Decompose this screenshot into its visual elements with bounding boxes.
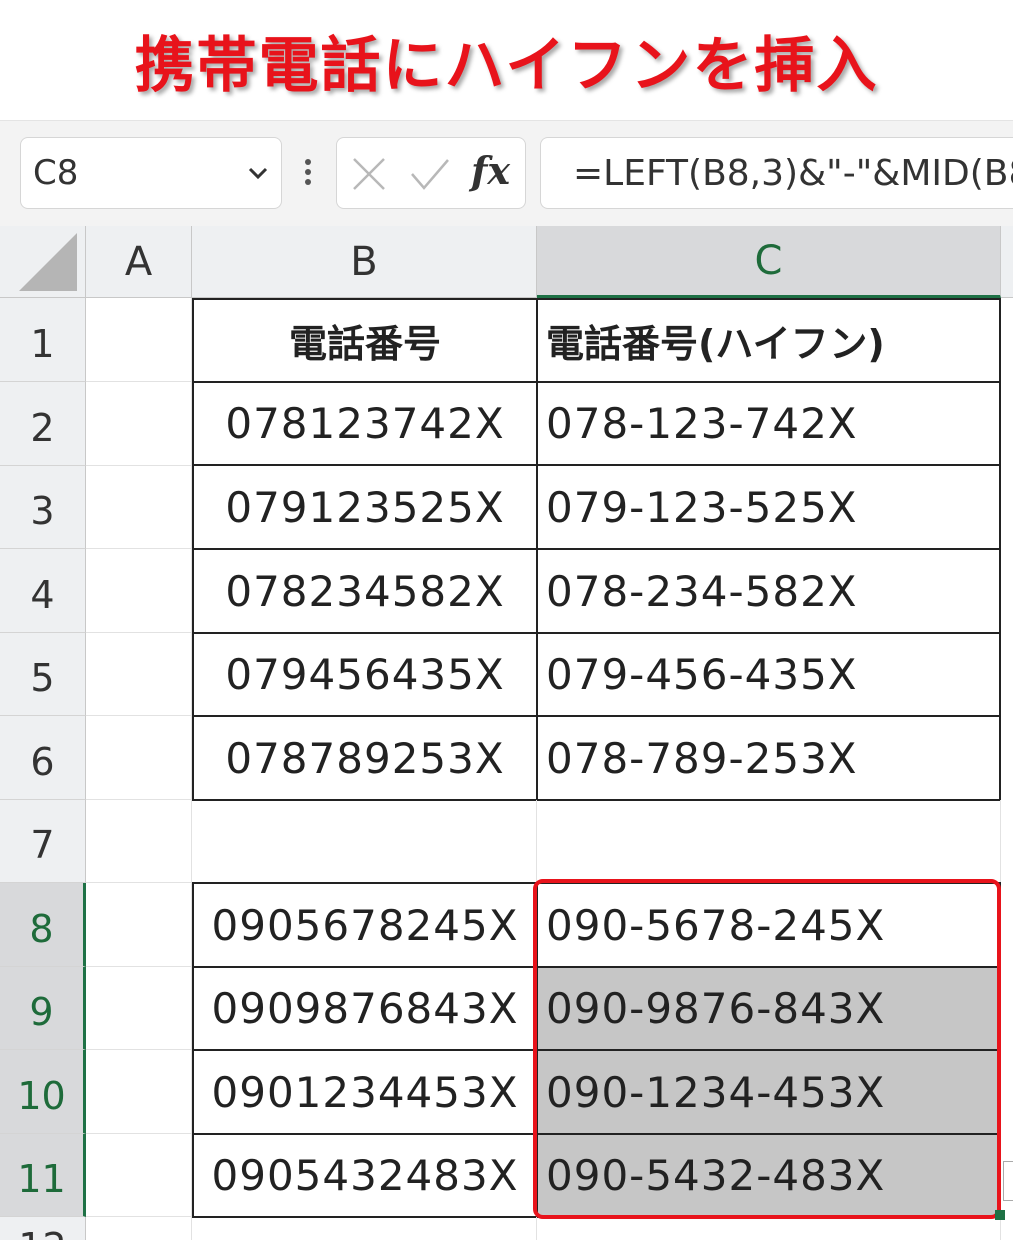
cell-c3[interactable]: 079-123-525X xyxy=(536,464,1001,550)
cell-c1[interactable]: 電話番号(ハイフン) xyxy=(536,298,1001,383)
cell-c7[interactable] xyxy=(537,800,1001,883)
cell-c2[interactable]: 078-123-742X xyxy=(536,381,1001,466)
column-header-b[interactable]: B xyxy=(192,226,537,298)
cell-b7[interactable] xyxy=(192,800,537,883)
row-header-9[interactable]: 9 xyxy=(0,967,86,1050)
cell-b1[interactable]: 電話番号 xyxy=(192,298,538,383)
row-header-4[interactable]: 4 xyxy=(0,549,86,633)
quick-analysis-icon[interactable] xyxy=(1003,1161,1013,1201)
page-title: 携帯電話にハイフンを挿入 xyxy=(0,0,1013,120)
cell-b5[interactable]: 079456435X xyxy=(192,632,538,717)
formula-buttons: fx xyxy=(336,137,526,209)
spreadsheet-grid: A B C 1 2 3 4 5 6 7 8 9 10 11 12 電話番号 電話… xyxy=(0,226,1013,1240)
cell-a7[interactable] xyxy=(86,800,192,883)
column-header-d[interactable] xyxy=(1001,226,1013,298)
row-header-10[interactable]: 10 xyxy=(0,1050,86,1134)
cancel-icon[interactable] xyxy=(351,156,387,192)
cell-b8[interactable]: 0905678245X xyxy=(192,882,538,968)
cell-c8[interactable]: 090-5678-245X xyxy=(536,882,1001,968)
row-header-8[interactable]: 8 xyxy=(0,883,86,967)
fill-handle[interactable] xyxy=(995,1210,1005,1220)
cell-a8[interactable] xyxy=(86,883,192,967)
cell-b10[interactable]: 0901234453X xyxy=(192,1049,538,1135)
row-header-5[interactable]: 5 xyxy=(0,633,86,716)
row-header-7[interactable]: 7 xyxy=(0,800,86,883)
row-header-6[interactable]: 6 xyxy=(0,716,86,800)
cell-b4[interactable]: 078234582X xyxy=(192,548,538,634)
cell-c5[interactable]: 079-456-435X xyxy=(536,632,1001,717)
cell-a2[interactable] xyxy=(86,382,192,466)
cell-a3[interactable] xyxy=(86,466,192,549)
cell-c4[interactable]: 078-234-582X xyxy=(536,548,1001,634)
column-header-a[interactable]: A xyxy=(86,226,192,298)
cell-a11[interactable] xyxy=(86,1134,192,1217)
cell-b6[interactable]: 078789253X xyxy=(192,715,538,801)
cell-b9[interactable]: 0909876843X xyxy=(192,966,538,1051)
select-all-button[interactable] xyxy=(0,226,86,298)
cell-b3[interactable]: 079123525X xyxy=(192,464,538,550)
cell-a5[interactable] xyxy=(86,633,192,716)
enter-icon[interactable] xyxy=(409,156,451,192)
chevron-down-icon[interactable] xyxy=(247,162,269,184)
cell-c12[interactable] xyxy=(537,1217,1001,1240)
row-header-3[interactable]: 3 xyxy=(0,466,86,549)
cell-a10[interactable] xyxy=(86,1050,192,1134)
cell-c11[interactable]: 090-5432-483X xyxy=(536,1133,1001,1218)
select-all-icon xyxy=(19,233,77,291)
cell-c9[interactable]: 090-9876-843X xyxy=(536,966,1001,1051)
cell-a4[interactable] xyxy=(86,549,192,633)
formula-input[interactable]: =LEFT(B8,3)&"-"&MID(B8,4,4)&"-"&RIGHT(B8… xyxy=(540,137,1013,209)
cell-a12[interactable] xyxy=(86,1217,192,1240)
cell-c6[interactable]: 078-789-253X xyxy=(536,715,1001,801)
cell-a9[interactable] xyxy=(86,967,192,1050)
cell-b12[interactable] xyxy=(192,1217,537,1240)
row-header-1[interactable]: 1 xyxy=(0,298,86,382)
row-header-11[interactable]: 11 xyxy=(0,1134,86,1217)
insert-function-icon[interactable]: fx xyxy=(471,148,510,193)
cell-b2[interactable]: 078123742X xyxy=(192,381,538,466)
cell-a1[interactable] xyxy=(86,298,192,382)
more-options-icon[interactable] xyxy=(300,155,316,191)
cell-a6[interactable] xyxy=(86,716,192,800)
column-header-c[interactable]: C xyxy=(537,226,1001,298)
name-box[interactable]: C8 xyxy=(20,137,282,209)
name-box-value: C8 xyxy=(33,153,79,193)
cell-b11[interactable]: 0905432483X xyxy=(192,1133,538,1218)
formula-bar: C8 fx =LEFT(B8,3)&"-"&MID(B8,4,4)&"-"&RI… xyxy=(0,120,1013,226)
row-header-2[interactable]: 2 xyxy=(0,382,86,466)
cell-c10[interactable]: 090-1234-453X xyxy=(536,1049,1001,1135)
row-header-12[interactable]: 12 xyxy=(0,1217,86,1240)
